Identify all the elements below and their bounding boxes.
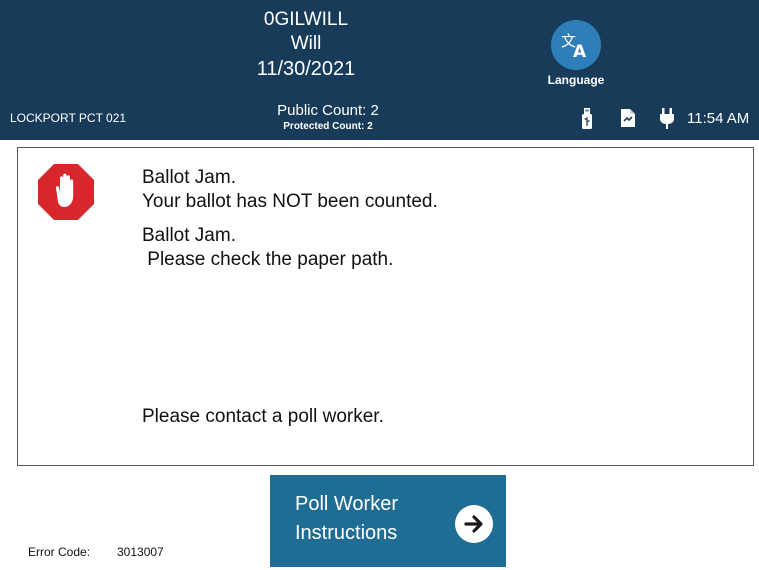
language-label: Language	[547, 73, 605, 87]
arrow-right-icon	[455, 505, 493, 543]
button-label-line-2: Instructions	[295, 522, 398, 544]
document-icon	[620, 108, 636, 133]
poll-worker-instructions-button[interactable]: Poll Worker Instructions	[270, 475, 506, 567]
header-bar: 0GILWILL Will 11/30/2021 文 A Language LO…	[0, 0, 759, 140]
message-line-2: Your ballot has NOT been counted.	[142, 191, 438, 212]
message-line-3: Ballot Jam.	[142, 225, 236, 246]
stop-hand-icon	[36, 162, 96, 227]
button-label-line-1: Poll Worker	[295, 493, 398, 515]
message-panel: Ballot Jam. Your ballot has NOT been cou…	[17, 147, 754, 466]
message-line-4: Please check the paper path.	[142, 249, 394, 270]
svg-text:A: A	[573, 42, 587, 60]
jurisdiction-name: Will	[290, 33, 322, 54]
contact-poll-worker-text: Please contact a poll worker.	[142, 406, 384, 427]
translate-icon: 文 A	[551, 20, 601, 70]
protected-count: Protected Count: 2	[283, 121, 373, 132]
election-date: 11/30/2021	[256, 58, 356, 80]
message-line-1: Ballot Jam.	[142, 167, 236, 188]
clock-time: 11:54 AM	[687, 110, 750, 127]
usb-icon	[581, 108, 593, 135]
power-plug-icon	[658, 108, 676, 135]
precinct-name: LOCKPORT PCT 021	[10, 111, 127, 125]
error-code-label: Error Code:	[28, 545, 91, 559]
public-count: Public Count: 2	[277, 102, 379, 119]
error-code-value: 3013007	[117, 545, 164, 559]
election-id: 0GILWILL	[263, 9, 349, 30]
language-button[interactable]: 文 A Language	[538, 18, 614, 92]
